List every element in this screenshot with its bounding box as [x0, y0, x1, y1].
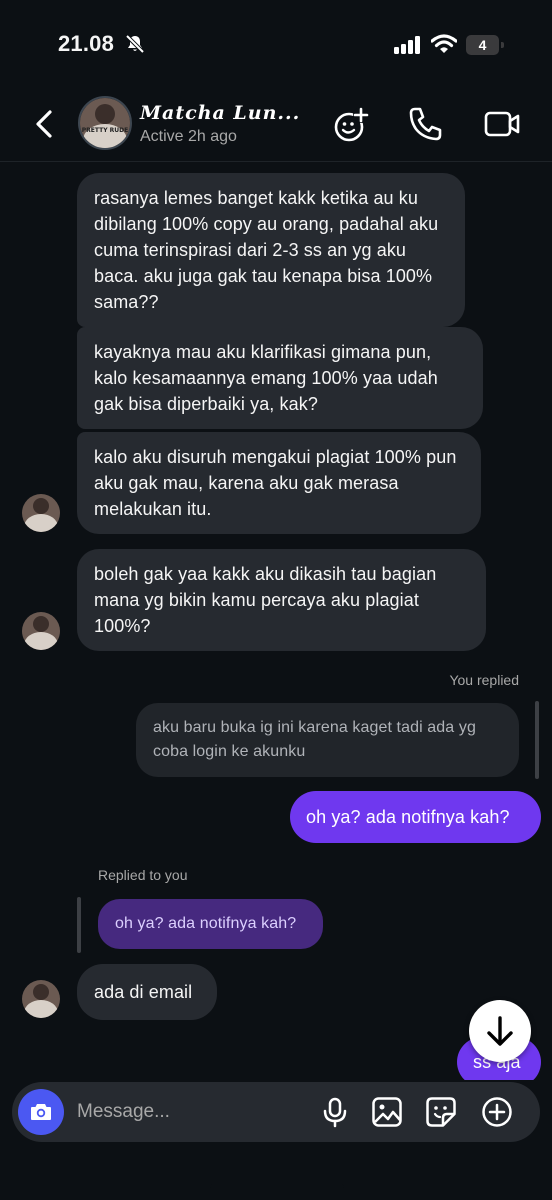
message-text: kalo aku disuruh mengakui plagiat 100% p… [94, 447, 457, 519]
avatar-shirt-text: PRETTY RUDE [82, 127, 128, 134]
quoted-text: aku baru buka ig ini karena kaget tadi a… [153, 719, 476, 760]
cellular-signal-icon [394, 36, 420, 54]
message-input[interactable] [77, 1099, 297, 1125]
reply-quote-bar [535, 701, 539, 779]
message-composer [12, 1082, 540, 1142]
status-time: 21.08 [58, 31, 115, 56]
contact-name[interactable]: Matcha Lun... [140, 102, 300, 124]
quoted-message[interactable]: oh ya? ada notifnya kah? [98, 899, 323, 949]
quoted-message[interactable]: aku baru buka ig ini karena kaget tadi a… [136, 703, 519, 777]
add-more-icon[interactable] [481, 1096, 513, 1128]
camera-icon [31, 1104, 51, 1120]
sender-avatar[interactable] [22, 612, 60, 650]
message-text: ada di email [94, 982, 193, 1002]
scroll-to-bottom-button[interactable] [469, 1000, 531, 1062]
arrow-down-icon [487, 1016, 513, 1046]
reply-quote-bar [77, 897, 81, 953]
message-bubble-incoming[interactable]: ada di email [77, 964, 217, 1020]
message-bubble-incoming[interactable]: kayaknya mau aku klarifikasi gimana pun,… [77, 327, 483, 429]
reply-label-replied-to-you: Replied to you [98, 867, 188, 883]
sticker-icon[interactable] [425, 1096, 457, 1128]
sender-avatar[interactable] [22, 980, 60, 1018]
microphone-icon[interactable] [319, 1096, 351, 1128]
message-text: oh ya? ada notifnya kah? [306, 807, 510, 827]
effects-icon[interactable] [332, 104, 372, 144]
status-bar: 21.08 4 [0, 0, 552, 90]
sender-avatar[interactable] [22, 494, 60, 532]
phone-call-icon[interactable] [406, 104, 446, 144]
battery-level: 4 [478, 37, 487, 53]
message-bubble-outgoing[interactable]: oh ya? ada notifnya kah? [290, 791, 541, 843]
contact-status: Active 2h ago [140, 128, 237, 145]
home-indicator [210, 1184, 344, 1189]
contact-avatar[interactable]: PRETTY RUDE [78, 96, 132, 150]
battery-indicator: 4 [466, 35, 504, 55]
video-call-icon[interactable] [482, 104, 522, 144]
message-thread[interactable]: rasanya lemes banget kakk ketika au ku d… [0, 162, 552, 1080]
message-text: boleh gak yaa kakk aku dikasih tau bagia… [94, 564, 437, 636]
message-bubble-incoming[interactable]: rasanya lemes banget kakk ketika au ku d… [77, 173, 465, 327]
message-bubble-incoming[interactable]: kalo aku disuruh mengakui plagiat 100% p… [77, 432, 481, 534]
quoted-text: oh ya? ada notifnya kah? [115, 915, 297, 932]
camera-button[interactable] [18, 1089, 64, 1135]
back-icon[interactable] [30, 108, 58, 140]
bell-off-icon [125, 34, 145, 54]
gallery-icon[interactable] [371, 1096, 403, 1128]
chat-header: PRETTY RUDE Matcha Lun... Active 2h ago [0, 90, 552, 162]
message-text: kayaknya mau aku klarifikasi gimana pun,… [94, 342, 438, 414]
message-text: rasanya lemes banget kakk ketika au ku d… [94, 188, 439, 312]
reply-label-you-replied: You replied [449, 672, 519, 688]
wifi-icon [431, 34, 457, 53]
message-bubble-incoming[interactable]: boleh gak yaa kakk aku dikasih tau bagia… [77, 549, 486, 651]
